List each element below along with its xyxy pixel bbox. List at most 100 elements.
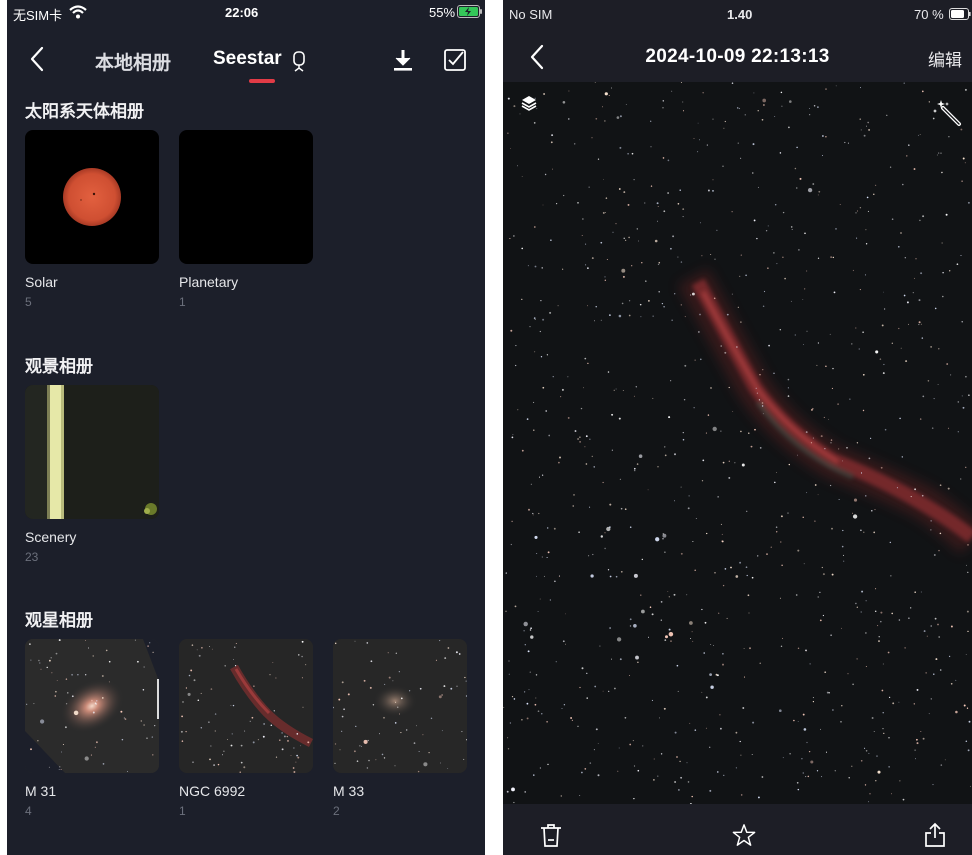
star-speck — [662, 533, 665, 535]
star-speck — [689, 621, 693, 625]
star-speck — [384, 683, 386, 685]
album-m33[interactable]: M 33 2 — [333, 639, 469, 818]
star-speck — [856, 237, 858, 239]
star-speck — [913, 703, 915, 705]
star-speck — [882, 372, 885, 375]
layers-icon[interactable] — [520, 94, 538, 112]
star-speck — [752, 721, 755, 724]
star-speck — [797, 549, 800, 552]
star-speck — [26, 703, 28, 705]
star-speck — [677, 202, 680, 205]
star-speck — [524, 644, 526, 646]
star-speck — [627, 203, 630, 206]
star-speck — [562, 268, 564, 270]
star-speck — [802, 299, 804, 300]
star-speck — [295, 761, 297, 763]
star-speck — [720, 727, 722, 730]
star-speck — [572, 505, 574, 507]
star-speck — [682, 431, 684, 434]
star-speck — [740, 321, 742, 323]
album-planetary[interactable]: Planetary 1 — [179, 130, 315, 309]
star-speck — [803, 344, 805, 346]
star-speck — [641, 262, 643, 264]
album-solar[interactable]: Solar 5 — [25, 130, 161, 309]
album-ngc6992[interactable]: NGC 6992 1 — [179, 639, 315, 818]
album-m31[interactable]: M 31 4 — [25, 639, 161, 818]
select-icon[interactable] — [443, 48, 467, 72]
star-speck — [298, 654, 300, 656]
star-speck — [623, 237, 625, 239]
star-speck — [962, 406, 965, 409]
star-speck — [763, 290, 766, 293]
star-icon[interactable] — [732, 822, 756, 848]
star-speck — [583, 387, 585, 389]
star-speck — [700, 358, 702, 361]
star-speck — [805, 776, 807, 778]
star-speck — [636, 463, 639, 465]
star-speck — [565, 613, 566, 615]
star-speck — [293, 771, 296, 773]
star-speck — [659, 717, 660, 719]
trash-icon[interactable] — [539, 822, 563, 848]
tab-seestar[interactable]: Seestar — [213, 48, 282, 70]
star-speck — [791, 228, 793, 230]
star-speck — [694, 729, 697, 731]
star-speck — [830, 256, 832, 258]
star-speck — [559, 456, 561, 459]
star-speck — [883, 308, 886, 310]
star-speck — [534, 535, 538, 539]
star-speck — [947, 427, 950, 429]
star-speck — [743, 648, 745, 649]
star-speck — [581, 667, 584, 670]
album-screen: 无SIM卡 22:06 55% 本地相册 Seestar 太阳系天体相册 Sol… — [7, 0, 485, 855]
star-speck — [549, 599, 551, 601]
magic-wand-icon[interactable] — [933, 98, 963, 128]
star-speck — [750, 445, 753, 448]
album-name: Planetary — [179, 274, 239, 290]
star-speck — [950, 625, 953, 628]
star-speck — [417, 770, 420, 773]
star-speck — [887, 651, 890, 654]
star-speck — [604, 276, 606, 278]
star-speck — [899, 780, 901, 782]
star-speck — [649, 606, 652, 608]
star-speck — [966, 564, 967, 566]
star-speck — [822, 135, 824, 137]
star-speck — [533, 401, 535, 403]
edit-button[interactable]: 编辑 — [928, 46, 962, 71]
star-speck — [513, 235, 515, 237]
star-speck — [950, 682, 953, 685]
star-speck — [921, 494, 924, 497]
star-speck — [957, 431, 959, 433]
star-speck — [921, 90, 924, 93]
star-speck — [822, 614, 825, 617]
star-speck — [607, 371, 610, 373]
star-speck — [824, 671, 827, 674]
star-speck — [366, 642, 369, 644]
star-speck — [50, 657, 52, 659]
star-speck — [830, 634, 832, 636]
astro-photo[interactable] — [503, 82, 972, 804]
star-speck — [567, 376, 569, 378]
back-icon[interactable] — [25, 44, 51, 74]
star-speck — [671, 319, 673, 321]
share-icon[interactable] — [923, 822, 947, 848]
star-speck — [712, 118, 714, 120]
star-speck — [822, 573, 825, 576]
star-speck — [716, 674, 719, 677]
download-icon[interactable] — [391, 48, 415, 72]
star-speck — [542, 318, 545, 321]
star-speck — [283, 735, 286, 738]
star-speck — [624, 716, 627, 719]
star-speck — [960, 478, 962, 480]
star-speck — [828, 418, 830, 420]
star-speck — [788, 126, 790, 129]
star-speck — [865, 229, 867, 231]
star-speck — [717, 496, 719, 498]
tab-local-album[interactable]: 本地相册 — [95, 48, 171, 75]
star-speck — [613, 389, 615, 391]
star-speck — [690, 294, 692, 296]
star-speck — [821, 155, 823, 156]
star-speck — [523, 691, 526, 693]
album-scenery[interactable]: Scenery 23 — [25, 385, 161, 564]
